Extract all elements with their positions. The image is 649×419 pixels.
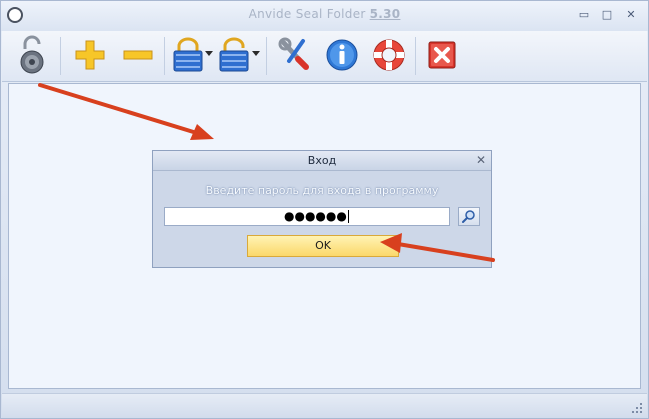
app-name: Anvide Seal Folder bbox=[248, 7, 366, 21]
login-dialog: Вход ✕ Введите пароль для входа в програ… bbox=[152, 150, 492, 268]
open-lock-dial-icon bbox=[20, 35, 44, 74]
settings-button[interactable] bbox=[276, 35, 312, 75]
close-button[interactable]: ✕ bbox=[623, 8, 639, 22]
ok-button[interactable]: OK bbox=[247, 235, 399, 257]
password-prompt: Введите пароль для входа в программу bbox=[205, 184, 439, 197]
about-button[interactable] bbox=[324, 35, 360, 75]
chevron-down-icon[interactable] bbox=[252, 51, 260, 56]
title-bar: Anvide Seal Folder 5.30 ▭ □ ✕ bbox=[1, 1, 648, 31]
lifebuoy-icon bbox=[373, 39, 405, 71]
lock-closed-icon bbox=[173, 37, 203, 72]
resize-grip-icon[interactable] bbox=[631, 402, 643, 414]
toolbar-separator bbox=[266, 37, 267, 75]
toolbar-separator bbox=[415, 37, 416, 75]
window-title: Anvide Seal Folder 5.30 bbox=[1, 7, 648, 21]
dialog-title: Вход bbox=[307, 154, 337, 167]
minimize-button[interactable]: ▭ bbox=[576, 8, 592, 22]
tools-icon bbox=[278, 37, 309, 70]
exit-icon bbox=[428, 41, 456, 69]
password-input[interactable]: ●●●●●● bbox=[164, 207, 450, 226]
status-bar bbox=[2, 393, 647, 418]
remove-folder-button[interactable] bbox=[120, 35, 156, 75]
toolbar-separator bbox=[60, 37, 61, 75]
text-caret bbox=[347, 210, 349, 223]
exit-button[interactable] bbox=[424, 35, 460, 75]
unlock-app-button[interactable] bbox=[14, 35, 50, 75]
virtual-keyboard-button[interactable] bbox=[458, 207, 480, 226]
dialog-close-button[interactable]: ✕ bbox=[476, 153, 486, 167]
toolbar-separator bbox=[164, 37, 165, 75]
toolbar bbox=[2, 31, 647, 82]
plus-icon bbox=[75, 40, 105, 70]
add-folder-button[interactable] bbox=[72, 35, 108, 75]
restore-button[interactable]: □ bbox=[599, 8, 615, 22]
app-version: 5.30 bbox=[369, 7, 401, 21]
lock-open-icon bbox=[219, 37, 249, 72]
info-icon bbox=[326, 39, 358, 71]
chevron-down-icon[interactable] bbox=[205, 51, 213, 56]
help-button[interactable] bbox=[371, 35, 407, 75]
password-mask: ●●●●●● bbox=[284, 209, 347, 223]
magnifier-key-icon bbox=[462, 210, 475, 223]
close-access-button[interactable] bbox=[170, 35, 206, 75]
open-access-button[interactable] bbox=[216, 35, 252, 75]
minus-icon bbox=[123, 50, 153, 60]
dialog-title-bar: Вход ✕ bbox=[153, 151, 491, 171]
